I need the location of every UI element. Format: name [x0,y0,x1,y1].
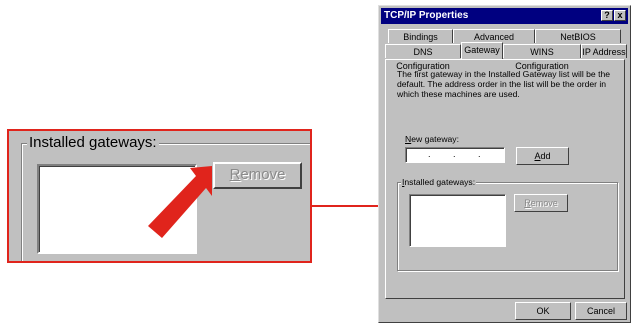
zoom-installed-gateways-label: Installed gateways: [27,134,159,151]
gateway-description: The first gateway in the Installed Gatew… [397,69,611,99]
cancel-button[interactable]: Cancel [575,302,627,320]
close-button[interactable]: x [614,10,626,21]
remove-button[interactable]: Remove [514,194,568,212]
ok-button[interactable]: OK [515,302,571,320]
installed-gateways-label: Installed gateways: [401,177,477,187]
red-pointer-arrow-icon [148,166,212,238]
tcpip-properties-dialog: TCP/IP Properties ? x Bindings Advanced … [378,5,631,323]
title-bar: TCP/IP Properties ? x [381,8,628,24]
help-icon: ? [604,10,610,20]
add-button[interactable]: Add [516,147,569,165]
dialog-title: TCP/IP Properties [384,10,469,21]
zoom-remove-button[interactable]: Remove [213,162,302,189]
tab-dns-configuration[interactable]: DNS Configuration [385,44,461,71]
tab-advanced[interactable]: Advanced [453,29,535,43]
tab-ip-address[interactable]: IP Address [581,44,627,58]
close-icon: x [617,10,623,20]
tab-wins-configuration[interactable]: WINS Configuration [503,44,581,71]
tab-bindings[interactable]: Bindings [388,29,453,43]
new-gateway-label: New gateway: [405,134,459,144]
tab-netbios[interactable]: NetBIOS [535,29,621,43]
help-button[interactable]: ? [601,10,613,21]
installed-gateways-list[interactable] [409,194,506,247]
tab-gateway[interactable]: Gateway [461,42,503,59]
new-gateway-ip-input[interactable]: . . . [405,147,505,163]
